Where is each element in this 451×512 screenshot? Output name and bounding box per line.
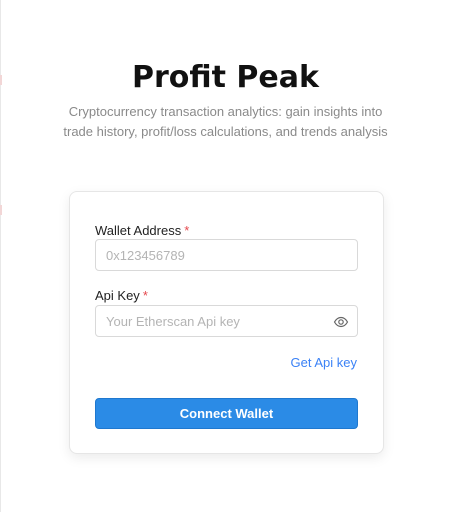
edge-mark — [0, 205, 2, 215]
required-marker: * — [142, 288, 148, 303]
wallet-address-label-text: Wallet Address — [95, 223, 182, 238]
connect-wallet-button[interactable]: Connect Wallet — [95, 398, 358, 429]
wallet-address-field[interactable] — [95, 239, 358, 271]
api-key-label-text: Api Key — [95, 288, 140, 303]
app-title: Profit Peak — [132, 60, 319, 95]
api-key-input[interactable] — [96, 306, 357, 336]
wallet-address-label: Wallet Address * — [95, 223, 189, 238]
eye-icon[interactable] — [333, 314, 349, 330]
page: Profit Peak Cryptocurrency transaction a… — [0, 0, 451, 512]
wallet-address-input[interactable] — [96, 240, 357, 270]
get-api-key-link[interactable]: Get Api key — [291, 355, 357, 370]
required-marker: * — [184, 223, 190, 238]
connect-wallet-form: Wallet Address* Api Key* Get Api key Con… — [69, 191, 384, 454]
api-key-label: Api Key * — [95, 288, 148, 303]
api-key-field[interactable] — [95, 305, 358, 337]
app-subtitle: Cryptocurrency transaction analytics: ga… — [63, 104, 388, 139]
